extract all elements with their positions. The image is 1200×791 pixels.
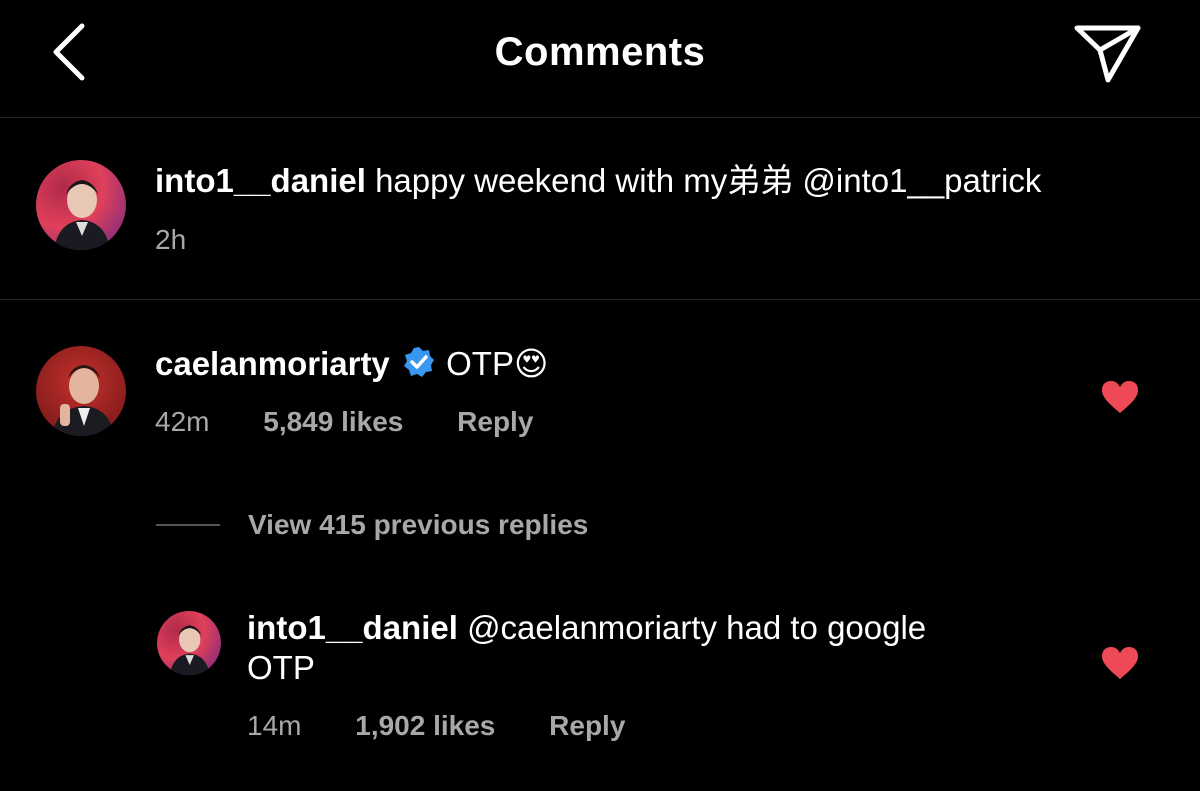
view-replies-label: View 415 previous replies	[248, 509, 589, 540]
verified-badge-icon	[403, 346, 435, 387]
caption-meta: 2h	[155, 224, 186, 256]
comment-likes[interactable]: 5,849 likes	[263, 406, 403, 438]
reply-username[interactable]: into1__daniel	[247, 609, 458, 646]
paper-plane-icon	[1074, 25, 1141, 83]
post-caption: into1__daniel happy weekend with my弟弟 @i…	[0, 118, 1200, 300]
divider-line	[156, 524, 220, 526]
comment-time: 42m	[155, 406, 210, 437]
heart-eyes-emoji: 😍	[513, 344, 549, 383]
avatar[interactable]	[36, 346, 126, 436]
reply-text-row: into1__daniel @caelanmoriarty had to goo…	[247, 608, 926, 648]
caption-text-row: into1__daniel happy weekend with my弟弟 @i…	[155, 161, 1041, 201]
view-replies-button[interactable]: View 415 previous replies	[156, 505, 588, 545]
profile-photo	[157, 611, 221, 675]
reply-meta: 14m 1,902 likes Reply	[247, 710, 625, 742]
comment-username[interactable]: caelanmoriarty	[155, 345, 390, 382]
reply-button[interactable]: Reply	[457, 406, 533, 438]
caption-time: 2h	[155, 224, 187, 255]
comment-text: OTP	[446, 345, 514, 382]
profile-photo	[36, 346, 126, 436]
reply-button[interactable]: Reply	[549, 710, 625, 742]
comment-meta: 42m 5,849 likes Reply	[155, 406, 533, 438]
avatar[interactable]	[36, 160, 126, 250]
page-title: Comments	[494, 30, 706, 74]
reply-text-continued: OTP	[247, 649, 315, 686]
reply-likes[interactable]: 1,902 likes	[355, 710, 495, 742]
header-bar: Comments	[0, 0, 1200, 118]
reply-text: @caelanmoriarty had to google	[467, 609, 927, 646]
profile-photo	[36, 160, 126, 250]
heart-filled-icon	[1102, 381, 1138, 413]
heart-filled-icon	[1102, 647, 1138, 679]
reply-time: 14m	[247, 710, 302, 741]
share-button[interactable]	[1072, 22, 1142, 84]
caption-username[interactable]: into1__daniel	[155, 162, 366, 199]
like-button[interactable]	[1100, 645, 1140, 681]
comment-text-row: caelanmoriarty OTP😍	[155, 344, 548, 387]
avatar[interactable]	[157, 611, 221, 675]
like-button[interactable]	[1100, 379, 1140, 415]
caption-text: happy weekend with my弟弟 @into1__patrick	[375, 162, 1042, 199]
